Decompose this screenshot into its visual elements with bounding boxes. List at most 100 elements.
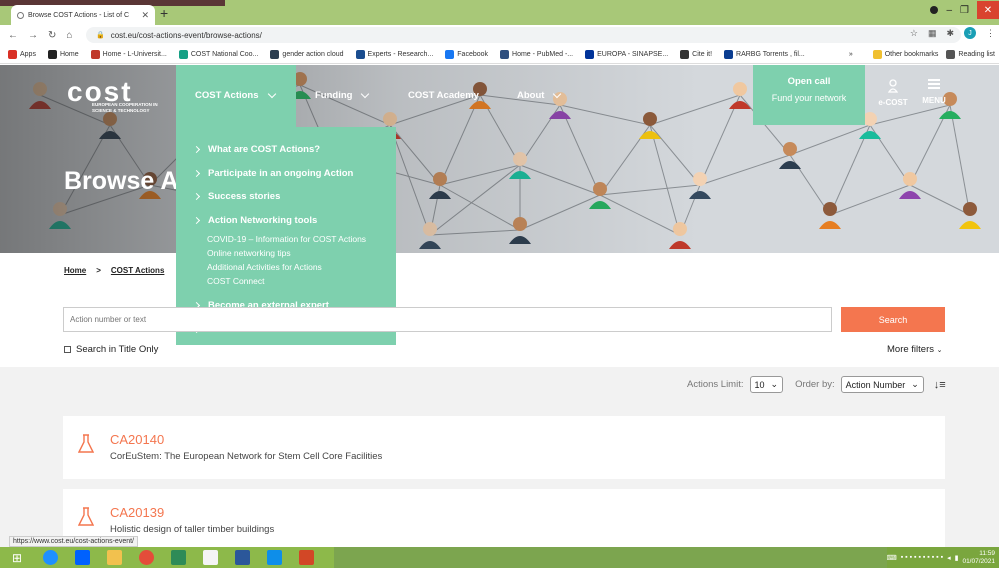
breadcrumb-separator: >	[96, 266, 101, 275]
order-select[interactable]: Action Number ⌄	[840, 376, 924, 393]
file-explorer-icon[interactable]	[98, 547, 130, 568]
home-icon[interactable]: ⌂	[66, 30, 72, 41]
windows-taskbar: ⊞	[0, 547, 999, 568]
volume-icon[interactable]: ◂	[947, 554, 951, 562]
bookmark-favicon-icon	[270, 49, 280, 59]
action-code[interactable]: CA20139	[110, 505, 164, 520]
nav-cost-academy[interactable]: COST Academy	[408, 90, 479, 101]
dropdown-item-success-stories[interactable]: Success stories	[176, 185, 396, 209]
reading-list[interactable]: Reading list	[946, 50, 995, 59]
kebab-menu-icon[interactable]: ⋮	[986, 28, 995, 39]
puzzle-icon[interactable]: ✱	[946, 28, 954, 39]
taskbar-apps	[34, 547, 334, 568]
dropdown-item-what-are-cost-actions[interactable]: What are COST Actions?	[176, 138, 396, 162]
search-button[interactable]: Search	[841, 307, 945, 332]
dropdown-subitem-additional-activities[interactable]: Additional Activities for Actions	[176, 260, 396, 274]
logo-tagline: EUROPEAN COOPERATION IN SCIENCE & TECHNO…	[92, 102, 158, 113]
cost-logo[interactable]: cost EUROPEAN COOPERATION IN SCIENCE & T…	[67, 76, 158, 113]
search-input[interactable]	[63, 307, 832, 332]
action-code[interactable]: CA20140	[110, 432, 164, 447]
restore-icon[interactable]: ❐	[960, 5, 969, 16]
nav-funding-label: Funding	[315, 90, 353, 101]
dropdown-subitem-covid[interactable]: COVID-19 – Information for COST Actions	[176, 232, 396, 246]
keyboard-icon[interactable]: ⌨	[887, 554, 897, 562]
bookmark-label: RARBG Torrents , fil...	[736, 50, 805, 58]
bookmarks-more-icon[interactable]: »	[849, 51, 853, 58]
result-card[interactable]: CA20140 CorEuStem: The European Network …	[63, 416, 945, 479]
title-only-checkbox[interactable]	[64, 346, 71, 353]
other-bookmarks[interactable]: Other bookmarks	[872, 50, 939, 59]
lock-icon: 🔒	[96, 32, 105, 39]
action-title: Holistic design of taller timber buildin…	[110, 524, 275, 535]
bookmark-item[interactable]: Home - L-Universit...	[90, 49, 167, 59]
limit-select[interactable]: 10 ⌄	[749, 376, 784, 393]
result-card[interactable]: CA20139 Holistic design of taller timber…	[63, 489, 945, 552]
limit-label: Actions Limit:	[687, 379, 744, 390]
clock[interactable]: 11:59 01/07/2021	[962, 550, 995, 566]
bookmark-item[interactable]: Home - PubMed -...	[500, 49, 573, 59]
nav-funding[interactable]: Funding	[315, 89, 370, 101]
browser-tab[interactable]: Browse COST Actions - List of C ✕	[11, 5, 155, 25]
windows-start-icon[interactable]: ⊞	[0, 547, 34, 568]
bookmark-favicon-icon	[680, 49, 690, 59]
dropdown-item-participate[interactable]: Participate in an ongoing Action	[176, 162, 396, 186]
minimize-icon[interactable]: –	[946, 5, 952, 16]
document-icon[interactable]	[194, 547, 226, 568]
url-field[interactable]: 🔒 cost.eu/cost-actions-event/browse-acti…	[86, 27, 961, 43]
breadcrumb-cost-actions[interactable]: COST Actions	[111, 266, 164, 275]
reload-icon[interactable]: ↻	[48, 30, 56, 41]
dropdown-subitem-online-tips[interactable]: Online networking tips	[176, 246, 396, 260]
open-call-button[interactable]: Open call Fund your network	[753, 65, 865, 125]
sort-desc-icon[interactable]: ↓≡	[934, 379, 946, 391]
flask-icon	[78, 434, 94, 453]
chevron-right-icon	[192, 146, 201, 154]
close-window-icon[interactable]: ✕	[977, 1, 999, 19]
bookmark-star-icon[interactable]: ☆	[910, 28, 918, 39]
close-tab-icon[interactable]: ✕	[141, 10, 149, 21]
forward-icon[interactable]: →	[28, 30, 38, 41]
user-icon	[888, 79, 898, 93]
network-icon[interactable]: ▮	[955, 554, 959, 562]
new-tab-icon[interactable]: +	[160, 5, 168, 21]
nav-about[interactable]: About	[517, 89, 562, 101]
bookmark-item[interactable]: Apps	[8, 49, 36, 59]
bookmark-label: Home	[59, 50, 79, 58]
bookmark-favicon-icon	[500, 49, 510, 59]
back-icon[interactable]: ←	[8, 30, 18, 41]
breadcrumb-home[interactable]: Home	[64, 266, 86, 275]
bookmark-item[interactable]: Facebook	[445, 49, 488, 59]
chrome-icon[interactable]	[130, 547, 162, 568]
word-icon[interactable]	[226, 547, 258, 568]
ecost-button[interactable]: e-COST	[876, 79, 910, 107]
teamviewer-icon[interactable]	[258, 547, 290, 568]
record-icon[interactable]	[930, 6, 939, 14]
dropdown-item-networking-tools[interactable]: Action Networking tools	[176, 209, 396, 233]
bookmark-item[interactable]: Home	[47, 49, 79, 59]
bookmark-favicon-icon	[178, 49, 188, 59]
bookmark-item[interactable]: COST National Coo...	[178, 49, 258, 59]
calculator-icon[interactable]	[162, 547, 194, 568]
tray-icons[interactable]: ▪ ▪ ▪ ▪ ▪ ▪ ▪ ▪ ▪ ▪	[901, 554, 943, 561]
nav-cost-actions[interactable]: COST Actions	[195, 89, 276, 101]
profile-avatar[interactable]: J	[964, 27, 976, 39]
bookmark-item[interactable]: gender action cloud	[270, 49, 344, 59]
ie-icon[interactable]	[34, 547, 66, 568]
bookmark-item[interactable]: Experts - Research...	[355, 49, 433, 59]
menu-button[interactable]: MENU	[918, 79, 950, 105]
extension-icon[interactable]: ▦	[928, 28, 937, 39]
bookmark-label: gender action cloud	[282, 50, 344, 58]
bookmark-item[interactable]: EUROPA - SINAPSE...	[585, 49, 668, 59]
bookmark-label: Apps	[20, 50, 36, 58]
url-text: cost.eu/cost-actions-event/browse-action…	[110, 30, 262, 40]
more-filters-toggle[interactable]: More filters ⌄	[887, 344, 943, 355]
other-bookmarks-label: Other bookmarks	[884, 51, 939, 58]
powerpoint-icon[interactable]	[290, 547, 322, 568]
bookmark-item[interactable]: RARBG Torrents , fil...	[724, 49, 805, 59]
tab-title: Browse COST Actions - List of C	[28, 11, 130, 19]
dropbox-icon[interactable]	[66, 547, 98, 568]
bookmark-label: Home - L-Universit...	[102, 50, 167, 58]
bookmark-favicon-icon	[585, 49, 595, 59]
dropdown-subitem-cost-connect[interactable]: COST Connect	[176, 274, 396, 288]
search-title-only[interactable]: Search in Title Only	[64, 344, 158, 355]
bookmark-item[interactable]: Cite it!	[680, 49, 712, 59]
